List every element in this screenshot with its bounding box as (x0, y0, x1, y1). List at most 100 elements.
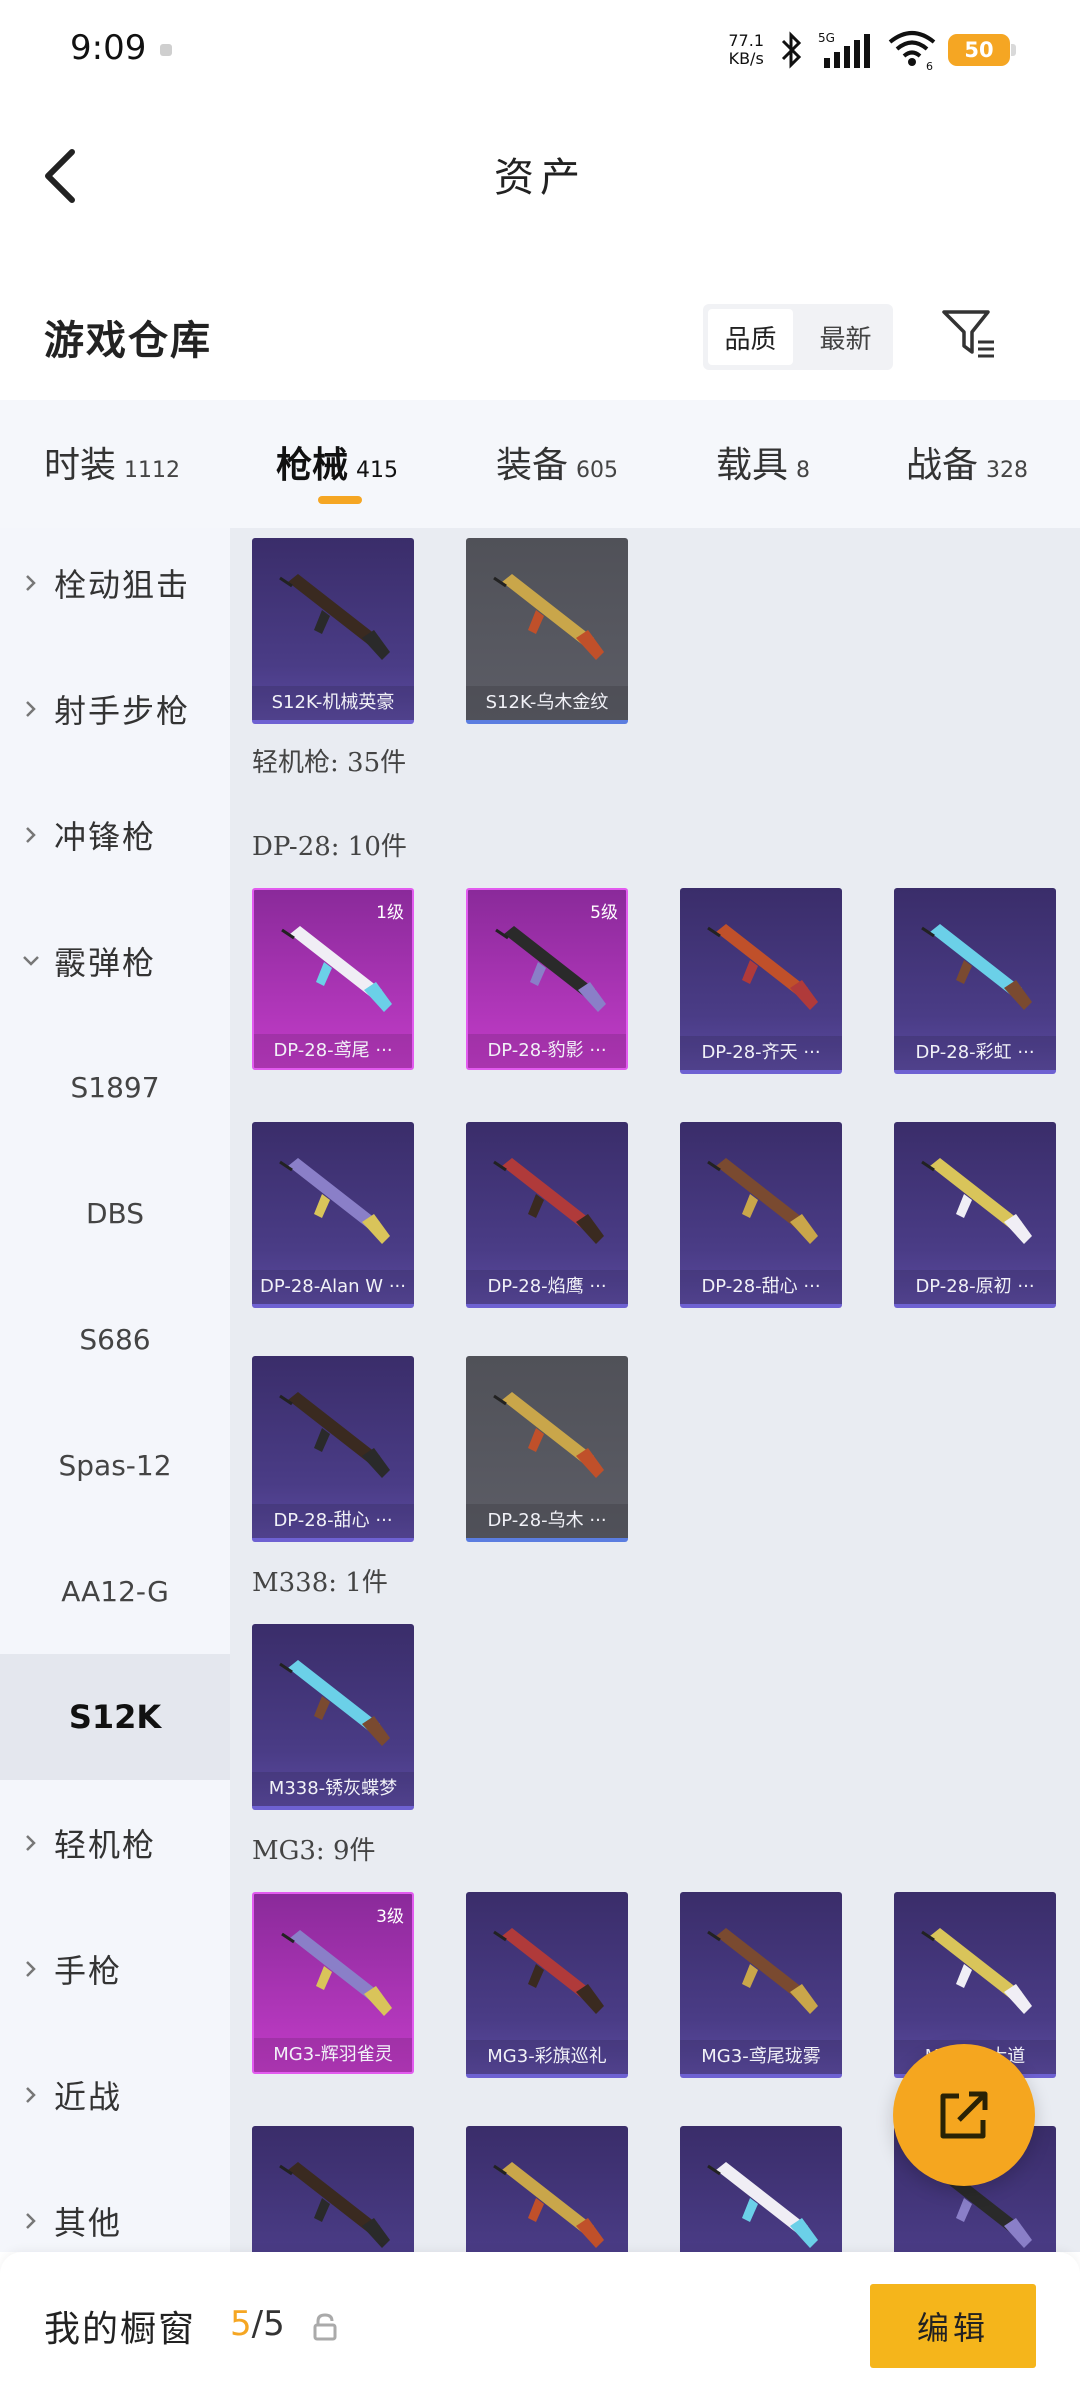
weapon-name: MG3-彩旗巡礼 (466, 2040, 628, 2074)
chevron-right-icon (26, 575, 36, 591)
sidebar-item-label: AA12-G (61, 1574, 169, 1608)
chevron-right-icon (26, 827, 36, 843)
weapon-name: S12K-机械英豪 (252, 686, 414, 720)
weapon-image (493, 1928, 604, 2014)
chevron-right-icon (26, 1835, 36, 1851)
sidebar-item[interactable]: 手枪 (0, 1906, 230, 2032)
weapon-card[interactable] (252, 2126, 414, 2252)
weapon-name: DP-28-Alan W ··· (252, 1270, 414, 1304)
signal-icon: 5G (818, 31, 870, 68)
tab-firearms[interactable]: 枪械 415 (276, 436, 398, 496)
sidebar-item[interactable]: 近战 (0, 2032, 230, 2158)
weapon-name: DP-28-彩虹 ··· (894, 1036, 1056, 1070)
weapon-card[interactable]: DP-28-甜心 ··· (680, 1122, 842, 1308)
sidebar-item[interactable]: 栓动狙击 (0, 528, 230, 646)
weapon-image (921, 1928, 1032, 2014)
weapon-image (707, 1158, 818, 1244)
sidebar-item[interactable]: 其他 (0, 2158, 230, 2252)
section-label: DP-28: 10件 (252, 832, 407, 862)
weapon-image (493, 574, 604, 660)
tab-count: 8 (796, 458, 811, 483)
sidebar-item-label: 手枪 (54, 1952, 123, 1990)
sidebar-item[interactable]: S686 (0, 1276, 230, 1402)
weapon-card[interactable] (466, 2126, 628, 2252)
sort-quality-button[interactable]: 品质 (708, 309, 793, 365)
weapon-image (921, 924, 1032, 1010)
weapon-name: DP-28-甜心 ··· (252, 1504, 414, 1538)
weapon-card[interactable]: MG3-彩旗巡礼 (466, 1892, 628, 2078)
weapon-image (279, 1158, 390, 1244)
tab-label: 载具 (716, 445, 789, 486)
weapon-card[interactable]: DP-28-焰鹰 ··· (466, 1122, 628, 1308)
chevron-right-icon (26, 701, 36, 717)
weapon-image (281, 926, 392, 1012)
tab-count: 415 (356, 458, 399, 483)
weapon-card[interactable]: M338-锈灰蝶梦 (252, 1624, 414, 1810)
sidebar-item[interactable]: 轻机枪 (0, 1780, 230, 1906)
weapon-card[interactable]: 3级 MG3-辉羽雀灵 (252, 1892, 414, 2074)
chevron-right-icon (26, 2087, 36, 2103)
sidebar-item-label: 轻机枪 (54, 1826, 157, 1864)
weapon-card[interactable] (680, 2126, 842, 2252)
edit-button[interactable]: 编辑 (870, 2284, 1036, 2368)
network-type: 5G (818, 31, 835, 45)
sidebar-item[interactable]: 冲锋枪 (0, 772, 230, 898)
status-icons: 77.1 KB/s 5G 6 50 (728, 24, 1016, 76)
weapon-card[interactable]: 5级 DP-28-豹影 ··· (466, 888, 628, 1070)
share-button[interactable] (893, 2044, 1035, 2186)
weapon-card[interactable]: S12K-乌木金纹 (466, 538, 628, 724)
sidebar-item-label: 射手步枪 (54, 692, 191, 730)
section-label: 轻机枪: 35件 (252, 748, 407, 778)
weapon-card[interactable]: 1级 DP-28-鸢尾 ··· (252, 888, 414, 1070)
sidebar-item[interactable]: Spas-12 (0, 1402, 230, 1528)
filter-icon[interactable] (940, 306, 996, 362)
tab-outfits[interactable]: 时装 1112 (44, 436, 180, 496)
sidebar-item-label: DBS (85, 1196, 145, 1230)
section-label: M338: 1件 (252, 1568, 388, 1598)
weapon-card[interactable]: DP-28-甜心 ··· (252, 1356, 414, 1542)
weapon-name: DP-28-原初 ··· (894, 1270, 1056, 1304)
tab-equipment[interactable]: 装备 605 (496, 436, 618, 496)
weapon-name: DP-28-豹影 ··· (468, 1034, 626, 1068)
tab-supplies[interactable]: 战备 328 (906, 436, 1028, 496)
sidebar-item[interactable]: AA12-G (0, 1528, 230, 1654)
weapon-name: DP-28-乌木 ··· (466, 1504, 628, 1538)
tab-vehicles[interactable]: 载具 8 (716, 436, 810, 496)
chevron-right-icon (26, 2213, 36, 2229)
battery-icon: 50 (948, 34, 1016, 66)
sidebar-item[interactable]: S1897 (0, 1024, 230, 1150)
sidebar-item[interactable]: DBS (0, 1150, 230, 1276)
weapon-card[interactable]: DP-28-彩虹 ··· (894, 888, 1056, 1074)
sidebar-item[interactable]: S12K (0, 1654, 230, 1780)
weapon-card[interactable]: DP-28-Alan W ··· (252, 1122, 414, 1308)
sidebar-item[interactable]: 射手步枪 (0, 646, 230, 772)
weapon-card[interactable]: S12K-机械英豪 (252, 538, 414, 724)
weapon-image (281, 1930, 392, 2016)
tab-count: 1112 (124, 458, 181, 483)
weapon-image (279, 2162, 390, 2248)
weapon-card[interactable]: DP-28-原初 ··· (894, 1122, 1056, 1308)
weapon-name: MG3-辉羽雀灵 (254, 2038, 412, 2072)
category-tabs: 时装 1112 枪械 415 装备 605 载具 8 战备 328 (0, 400, 1080, 528)
sidebar-item-label: 近战 (54, 2078, 123, 2116)
sort-newest-button[interactable]: 最新 (803, 309, 888, 365)
wifi-icon: 6 (888, 31, 936, 72)
weapon-card[interactable]: DP-28-乌木 ··· (466, 1356, 628, 1542)
warehouse-title: 游戏仓库 (44, 317, 212, 364)
weapon-card[interactable]: DP-28-齐天 ··· (680, 888, 842, 1074)
showcase-bar: 我的橱窗 5/5 编辑 (0, 2252, 1080, 2400)
showcase-current: 5 (230, 2304, 252, 2344)
weapon-image (495, 926, 606, 1012)
sort-toggle: 品质 最新 (703, 304, 893, 370)
sidebar-item[interactable]: 霰弹枪 (0, 898, 230, 1024)
weapon-image (493, 1392, 604, 1478)
net-speed-value: 77.1 (728, 31, 764, 50)
weapon-type-sidebar: 栓动狙击射手步枪冲锋枪 霰弹枪 S1897 DBS S686 Spas-12 AA12-G S… (0, 528, 230, 2252)
weapon-image (707, 1928, 818, 2014)
weapon-image (921, 1158, 1032, 1244)
chevron-down-icon (23, 956, 39, 966)
weapon-image (493, 1158, 604, 1244)
weapon-card[interactable]: MG3-鸢尾珑雾 (680, 1892, 842, 2078)
net-speed-unit: KB/s (728, 49, 764, 68)
tab-label: 装备 (496, 445, 569, 486)
